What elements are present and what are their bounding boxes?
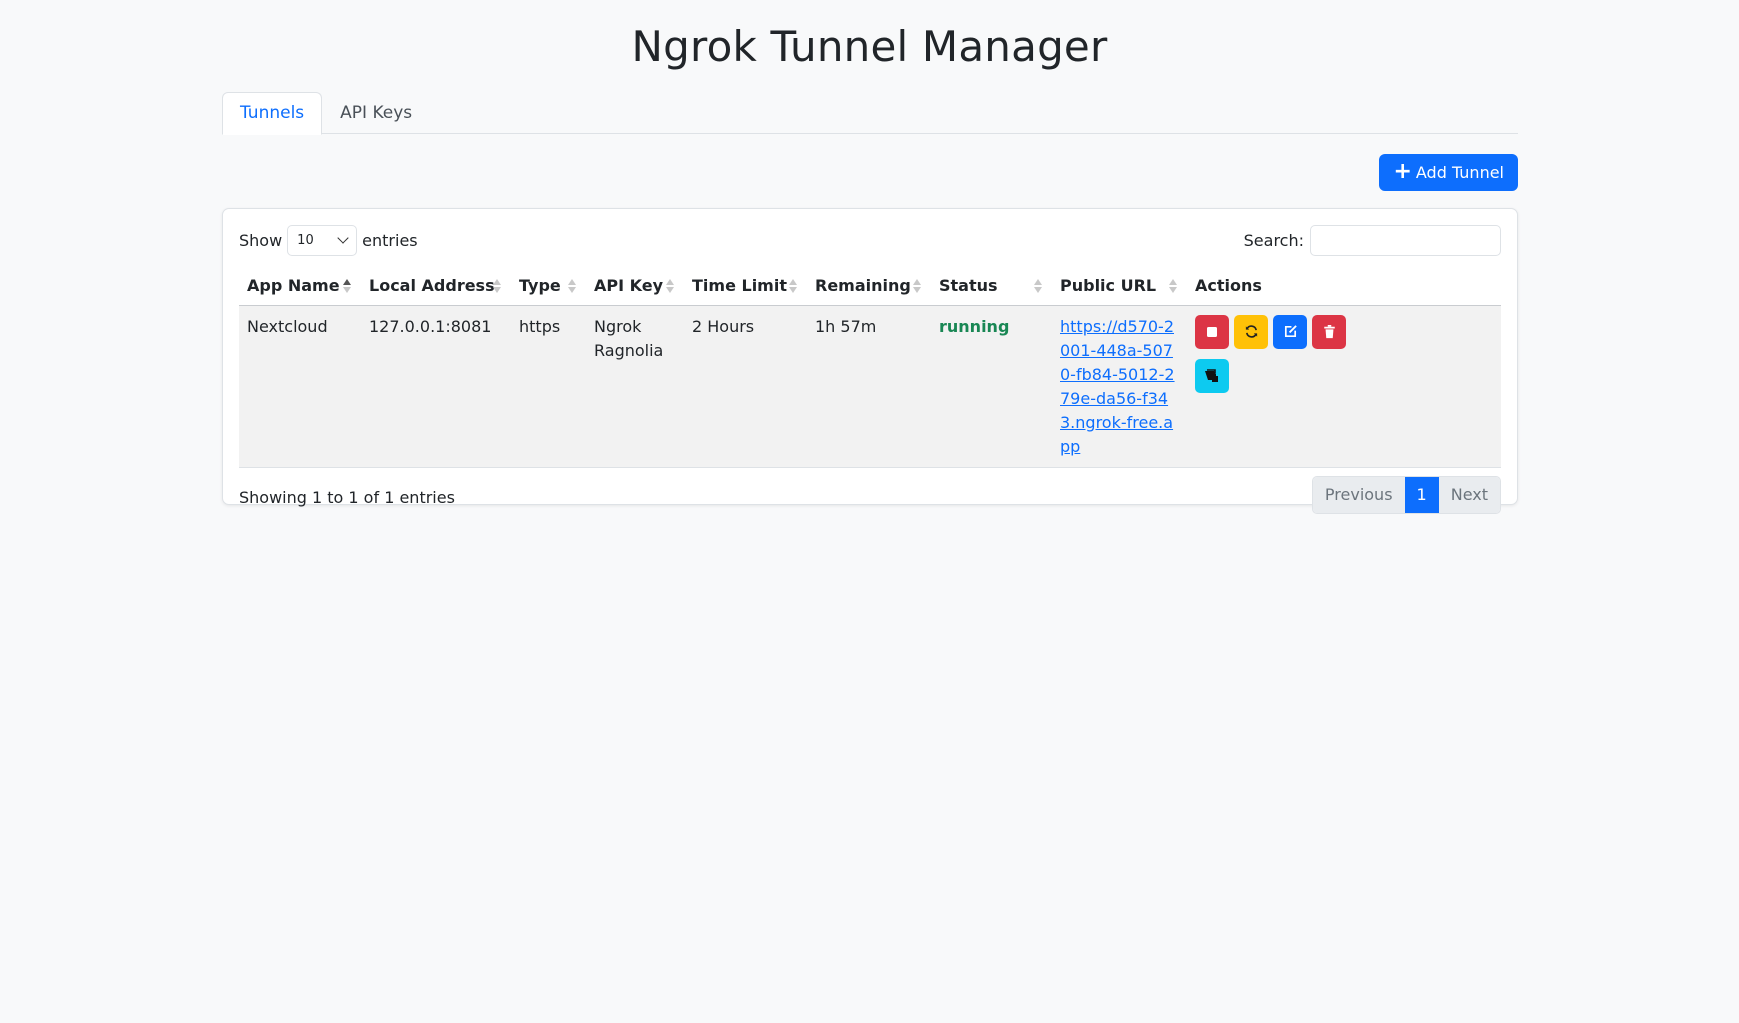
sort-icon (913, 279, 921, 293)
column-header-api-key[interactable]: API Key (586, 266, 684, 306)
column-header-local-address[interactable]: Local Address (361, 266, 511, 306)
column-header-time-limit[interactable]: Time Limit (684, 266, 807, 306)
public-url-link[interactable]: https://d570-2001-448a-5070-fb84-5012-27… (1060, 315, 1178, 459)
column-header-app-name[interactable]: App Name (239, 266, 361, 306)
cell-time-limit: 2 Hours (684, 305, 807, 468)
page-length-control: Show 10 entries (239, 224, 418, 256)
entries-info: Showing 1 to 1 of 1 entries (239, 488, 455, 507)
cell-status: running (931, 305, 1052, 468)
cell-local-address: 127.0.0.1:8081 (361, 305, 511, 468)
main-container: Tunnels API Keys + Add Tunnel Show 10 en… (222, 92, 1518, 514)
add-tunnel-button[interactable]: + Add Tunnel (1379, 154, 1518, 191)
cell-api-key: Ngrok Ragnolia (586, 305, 684, 468)
page-length-value: 10 (297, 232, 314, 248)
sort-icon (1169, 279, 1177, 293)
cell-app-name: Nextcloud (239, 305, 361, 468)
next-page-button[interactable]: Next (1438, 476, 1500, 513)
stop-icon (1207, 326, 1217, 337)
table-row: Nextcloud 127.0.0.1:8081 https Ngrok Rag… (239, 305, 1501, 468)
tab-tunnels[interactable]: Tunnels (222, 92, 323, 135)
tab-bar: Tunnels API Keys (222, 92, 1518, 135)
table-header-row: App Name Local Address Type API Key Time… (239, 266, 1501, 306)
page-length-select[interactable]: 10 (287, 224, 358, 256)
plus-icon: + (1393, 158, 1412, 184)
column-header-actions: Actions (1187, 266, 1501, 306)
table-footer: Showing 1 to 1 of 1 entries Previous 1 N… (239, 475, 1501, 514)
column-header-status[interactable]: Status (931, 266, 1052, 306)
restart-icon (1245, 325, 1257, 338)
search-control: Search: (1243, 224, 1501, 256)
status-badge: running (939, 316, 1010, 336)
toolbar: + Add Tunnel (222, 154, 1518, 191)
row-actions (1195, 314, 1355, 398)
pagination: Previous 1 Next (1311, 475, 1501, 514)
previous-page-button[interactable]: Previous (1312, 476, 1405, 513)
stop-tunnel-button[interactable] (1195, 314, 1229, 349)
sort-asc-icon (343, 279, 351, 293)
cell-actions (1187, 305, 1501, 468)
search-input[interactable] (1310, 224, 1501, 256)
show-label: Show (239, 230, 283, 250)
sort-icon (1034, 279, 1042, 293)
logs-tunnel-button[interactable] (1195, 358, 1229, 393)
column-header-type[interactable]: Type (511, 266, 586, 306)
edit-tunnel-button[interactable] (1273, 314, 1307, 349)
column-header-public-url[interactable]: Public URL (1052, 266, 1187, 306)
trash-icon (1323, 324, 1335, 338)
edit-icon (1284, 325, 1297, 338)
tab-api-keys[interactable]: API Keys (322, 92, 430, 134)
cell-public-url: https://d570-2001-448a-5070-fb84-5012-27… (1052, 305, 1187, 468)
sort-icon (789, 279, 797, 293)
cell-type: https (511, 305, 586, 468)
page-1-button[interactable]: 1 (1404, 476, 1439, 513)
tunnels-table: App Name Local Address Type API Key Time… (239, 266, 1501, 468)
add-tunnel-label: Add Tunnel (1415, 163, 1504, 182)
sort-icon (666, 279, 674, 293)
restart-tunnel-button[interactable] (1234, 314, 1268, 349)
table-controls: Show 10 entries Search: (239, 224, 1501, 256)
entries-label: entries (362, 230, 418, 250)
tunnels-card: Show 10 entries Search: App Name Local A… (222, 208, 1518, 514)
chevron-down-icon (337, 232, 349, 244)
delete-tunnel-button[interactable] (1312, 314, 1346, 349)
terminal-icon (1205, 368, 1218, 382)
sort-icon (568, 279, 576, 293)
column-header-remaining[interactable]: Remaining (807, 266, 931, 306)
cell-remaining: 1h 57m (807, 305, 931, 468)
sort-icon (493, 279, 501, 293)
page-title: Ngrok Tunnel Manager (631, 22, 1108, 71)
search-label: Search: (1243, 230, 1304, 250)
